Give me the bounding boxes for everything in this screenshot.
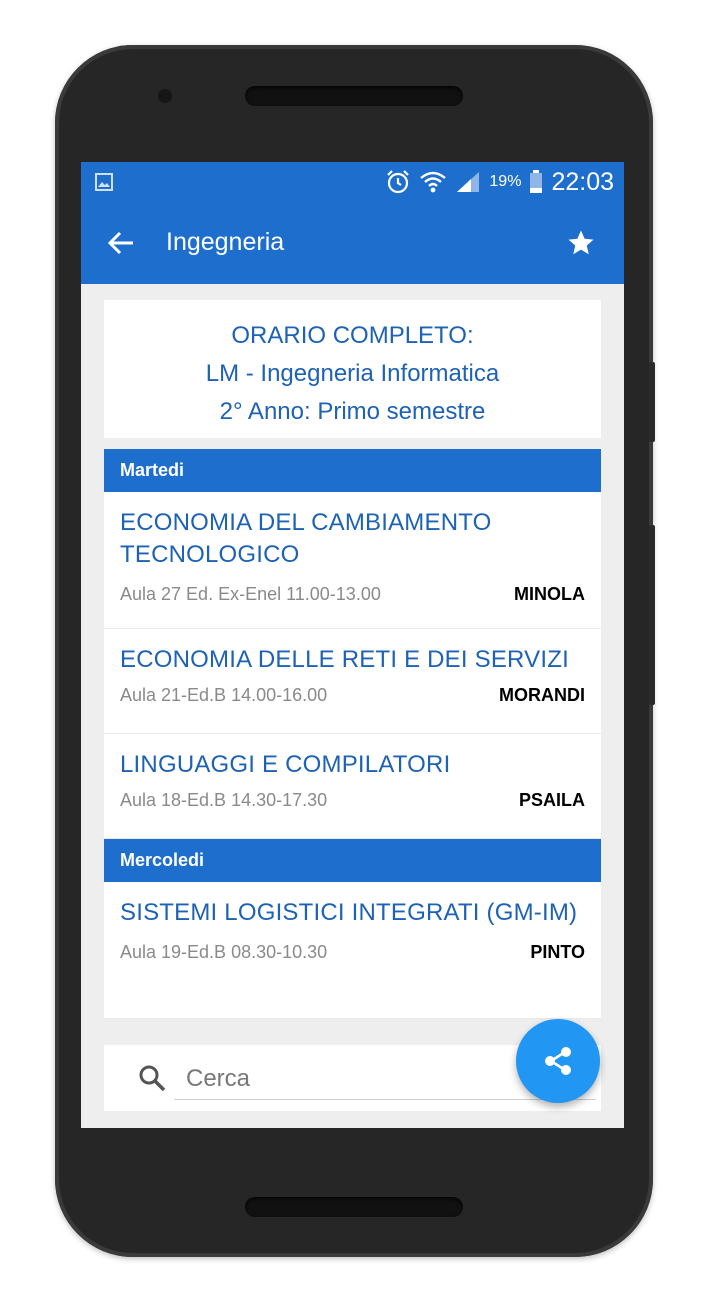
course-professor: MINOLA: [514, 584, 585, 604]
day-header-martedi: Martedi: [104, 449, 601, 492]
course-room-time: Aula 18-Ed.B 14.30-17.30: [120, 790, 328, 810]
page-title: Ingegneria: [166, 228, 285, 256]
front-camera: [158, 89, 172, 103]
course-room-time: Aula 21-Ed.B 14.00-16.00: [120, 685, 328, 705]
star-icon[interactable]: [566, 228, 596, 258]
header-line-1: ORARIO COMPLETO:: [231, 322, 474, 349]
course-item[interactable]: LINGUAGGI E COMPILATORI Aula 18-Ed.B 14.…: [104, 734, 601, 839]
volume-button: [649, 362, 655, 442]
signal-icon: [457, 172, 480, 192]
image-icon: [95, 173, 113, 191]
battery-icon: [530, 170, 543, 193]
course-professor: MORANDI: [499, 685, 585, 705]
course-item[interactable]: ECONOMIA DELLE RETI E DEI SERVIZI Aula 2…: [104, 629, 601, 734]
share-button[interactable]: [516, 1019, 600, 1103]
battery-percent: 19%: [489, 173, 522, 190]
header-line-2: LM - Ingegneria Informatica: [205, 360, 500, 387]
app-bar: Ingegneria: [81, 202, 624, 284]
screen: 19% 22:03 Ingegneria ORARIO COMPLETO: LM…: [81, 162, 624, 1128]
course-professor: PINTO: [530, 942, 585, 962]
course-item[interactable]: ECONOMIA DEL CAMBIAMENTO TECNOLOGICO Aul…: [104, 492, 601, 629]
wifi-icon: [420, 171, 447, 193]
share-icon: [545, 1047, 571, 1075]
clock: 22:03: [551, 167, 614, 196]
bottom-speaker: [245, 1197, 463, 1217]
alarm-icon: [387, 170, 410, 194]
course-room-time: Aula 27 Ed. Ex-Enel 11.00-13.00: [120, 584, 381, 604]
course-item[interactable]: SISTEMI LOGISTICI INTEGRATI (GM-IM) Aula…: [104, 882, 601, 1019]
power-button: [649, 525, 655, 705]
schedule-content: ORARIO COMPLETO: LM - Ingegneria Informa…: [104, 300, 601, 1019]
course-name: LINGUAGGI E COMPILATORI: [120, 751, 451, 778]
earpiece-speaker: [245, 86, 463, 106]
course-name: ECONOMIA DELLE RETI E DEI SERVIZI: [120, 646, 569, 673]
search-icon: [139, 1065, 166, 1092]
header-line-3: 2° Anno: Primo semestre: [219, 398, 486, 425]
course-room-time: Aula 19-Ed.B 08.30-10.30: [120, 942, 328, 962]
schedule-header: ORARIO COMPLETO: LM - Ingegneria Informa…: [104, 300, 601, 438]
course-name: SISTEMI LOGISTICI INTEGRATI (GM-IM): [120, 899, 578, 926]
status-bar: 19% 22:03: [81, 162, 624, 202]
day-header-mercoledi: Mercoledi: [104, 839, 601, 882]
arrow-back-icon[interactable]: [107, 229, 135, 257]
course-professor: PSAILA: [518, 790, 585, 810]
course-name: ECONOMIA DEL CAMBIAMENTO TECNOLOGICO: [120, 509, 492, 568]
